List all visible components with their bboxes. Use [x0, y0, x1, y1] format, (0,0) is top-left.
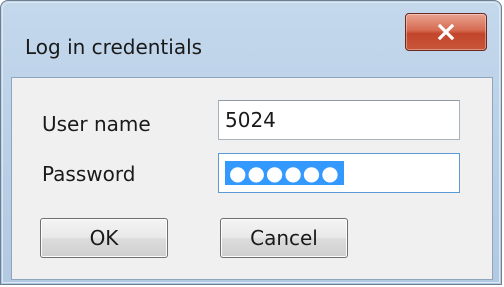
- password-selected-text: ●●●●●●: [225, 161, 344, 185]
- username-value: 5024: [225, 108, 276, 132]
- close-button[interactable]: [405, 13, 487, 51]
- close-x-icon: [437, 24, 455, 40]
- login-dialog-window: Log in credentials User name 5024 Passwo…: [0, 0, 502, 285]
- dialog-client-area: User name 5024 Password ●●●●●● OK Cancel: [11, 77, 493, 280]
- password-label: Password: [42, 162, 136, 186]
- window-title: Log in credentials: [25, 35, 203, 59]
- cancel-button[interactable]: Cancel: [220, 218, 348, 258]
- password-field[interactable]: ●●●●●●: [218, 153, 460, 193]
- ok-button[interactable]: OK: [40, 218, 168, 258]
- username-field[interactable]: 5024: [218, 100, 460, 140]
- username-label: User name: [42, 112, 151, 136]
